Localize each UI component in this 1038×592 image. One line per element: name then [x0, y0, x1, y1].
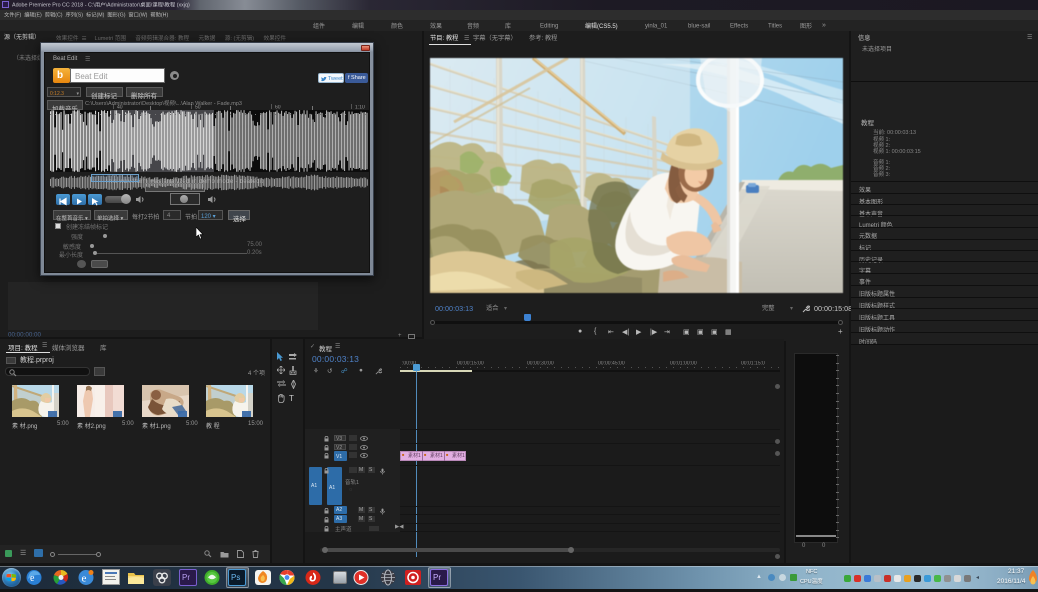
- svg-text:e: e: [82, 573, 87, 585]
- svg-text:e: e: [30, 573, 35, 584]
